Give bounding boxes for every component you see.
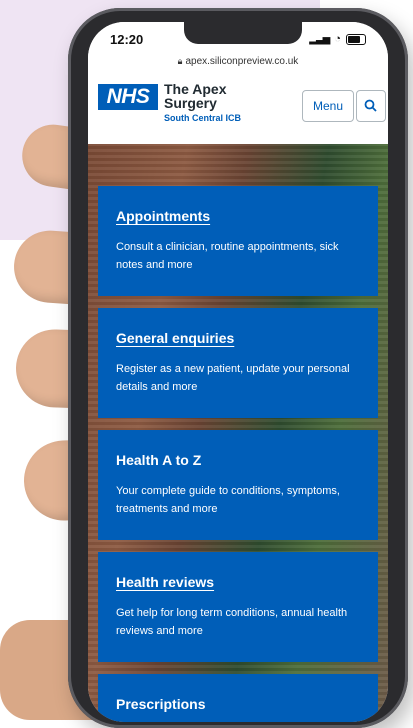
phone-notch <box>184 22 302 44</box>
card-appointments[interactable]: Appointments Consult a clinician, routin… <box>98 186 378 296</box>
wifi-icon: ◔ <box>334 33 341 45</box>
signal-icon: ▂▃▅ <box>309 33 330 45</box>
card-title[interactable]: Prescriptions <box>116 696 362 712</box>
url-text: apex.siliconpreview.co.uk <box>185 56 299 67</box>
card-general-enquiries[interactable]: General enquiries Register as a new pati… <box>98 308 378 418</box>
card-health-reviews[interactable]: Health reviews Get help for long term co… <box>98 552 378 662</box>
menu-button[interactable]: Menu <box>302 90 354 122</box>
search-button[interactable] <box>356 90 386 122</box>
site-header: NHS The Apex Surgery South Central ICB M… <box>88 74 388 145</box>
org-name-line1: The Apex <box>164 81 227 97</box>
card-prescriptions[interactable]: Prescriptions <box>98 674 378 722</box>
card-description: Consult a clinician, routine appointment… <box>116 241 339 271</box>
address-bar[interactable]: 🔒︎ apex.siliconpreview.co.uk <box>88 56 388 74</box>
org-name-line2: Surgery <box>164 95 217 111</box>
phone-screen: 12:20 ▂▃▅ ◔ 🔒︎ apex.siliconpreview.co.uk … <box>88 22 388 722</box>
nhs-logo[interactable]: NHS <box>98 84 158 110</box>
phone-frame: 12:20 ▂▃▅ ◔ 🔒︎ apex.siliconpreview.co.uk … <box>68 8 408 728</box>
status-time: 12:20 <box>110 32 144 47</box>
battery-icon <box>346 33 366 45</box>
search-icon <box>364 99 377 112</box>
card-title[interactable]: Health reviews <box>116 574 362 590</box>
card-health-a-to-z[interactable]: Health A to Z Your complete guide to con… <box>98 430 378 540</box>
org-subtitle: South Central ICB <box>164 113 242 123</box>
status-icons: ▂▃▅ ◔ <box>309 33 366 45</box>
card-title[interactable]: Health A to Z <box>116 452 362 468</box>
card-description: Get help for long term conditions, annua… <box>116 607 348 637</box>
status-bar: 12:20 ▂▃▅ ◔ <box>88 22 388 56</box>
card-description: Your complete guide to conditions, sympt… <box>116 485 340 515</box>
card-title[interactable]: General enquiries <box>116 330 362 346</box>
organisation-name[interactable]: The Apex Surgery South Central ICB <box>164 82 241 125</box>
lock-icon: 🔒︎ <box>177 56 183 66</box>
card-title[interactable]: Appointments <box>116 208 362 224</box>
card-description: Register as a new patient, update your p… <box>116 363 350 393</box>
